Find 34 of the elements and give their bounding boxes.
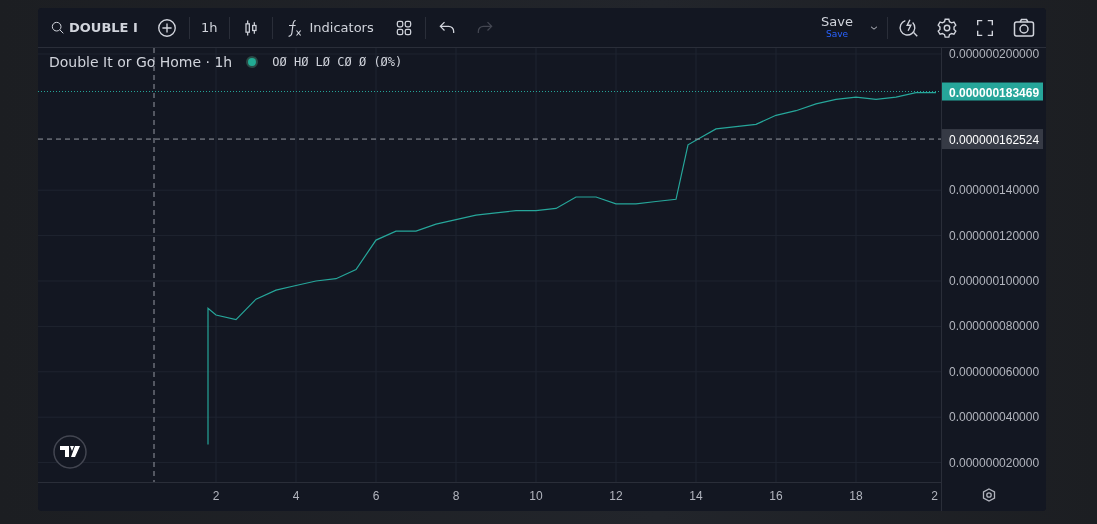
ref-line-label: 0.000000183469 — [949, 85, 1040, 100]
price-tick-label: 0.000000040000 — [949, 410, 1040, 425]
time-tick-label: 12 — [609, 489, 623, 503]
logo-icon[interactable] — [53, 435, 87, 469]
price-tick-label: 0.000000100000 — [949, 274, 1040, 288]
settings-icon[interactable] — [982, 488, 996, 502]
crosshair-price-badge: 0.000000162524 — [942, 129, 1043, 150]
ohlc-values: OØ HØ LØ CØ Ø (Ø%) — [272, 55, 403, 69]
indicators-button[interactable]: Indicators — [283, 17, 374, 38]
price-tick-label: 0.000000120000 — [949, 228, 1040, 243]
time-tick-label: 2 — [212, 489, 220, 503]
settings-icon[interactable] — [936, 16, 958, 39]
chart-title: Double It or Go Home · 1h — [49, 54, 233, 70]
price-tick-label: 0.000000140000 — [949, 183, 1040, 198]
symbol-search[interactable]: DOUBLE I — [50, 19, 156, 36]
add-circle-icon[interactable] — [156, 16, 178, 39]
ref-line-label: 0.000000162524 — [949, 133, 1040, 148]
time-tick-label: 2 — [931, 489, 938, 503]
time-tick-label: 18 — [849, 489, 863, 503]
price-tick-label: 0.000000060000 — [949, 364, 1040, 379]
time-tick-label: 6 — [372, 489, 380, 503]
save-button[interactable]: Save Save — [821, 15, 853, 40]
price-tick-label: 0.000000200000 — [949, 48, 1040, 61]
price-tick-label: 0.000000020000 — [949, 455, 1040, 470]
search-icon[interactable] — [50, 19, 66, 36]
time-tick-label: 8 — [452, 489, 460, 503]
interval-button[interactable]: 1h — [201, 20, 218, 35]
save-label: Save — [821, 15, 853, 28]
save-status: Save — [826, 27, 849, 40]
time-tick-label: 16 — [769, 489, 783, 503]
time-tick-label: 10 — [529, 489, 543, 503]
price-tick-label: 0.000000080000 — [949, 319, 1040, 334]
time-tick-label: 14 — [689, 489, 703, 503]
time-tick-label: 4 — [292, 489, 300, 503]
